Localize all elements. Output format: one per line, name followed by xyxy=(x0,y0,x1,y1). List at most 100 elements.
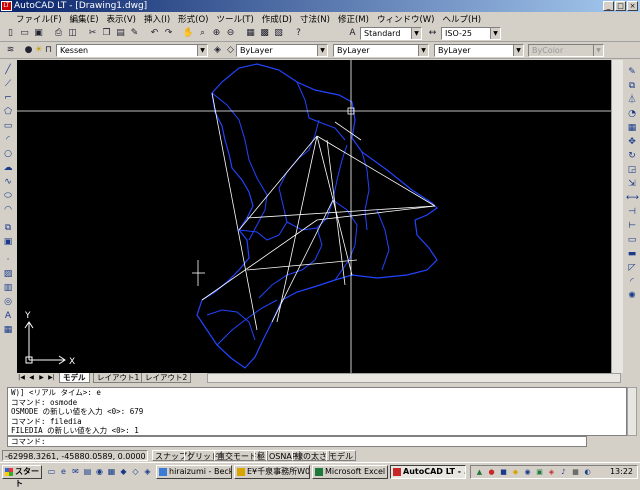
pan-icon[interactable]: ✋ xyxy=(182,27,195,40)
match-properties-icon[interactable]: ✎ xyxy=(128,27,141,40)
erase-icon[interactable]: ✎ xyxy=(626,66,638,78)
tray-app-icon[interactable]: ▣ xyxy=(535,468,544,477)
app-icon[interactable]: ◇ xyxy=(130,466,141,477)
ie-icon[interactable]: e xyxy=(58,466,69,477)
design-center-icon[interactable]: ▩ xyxy=(258,27,271,40)
command-input[interactable]: コマンド: xyxy=(7,436,587,447)
polygon-icon[interactable]: ⬠ xyxy=(2,106,14,118)
layer-dropdown[interactable]: Kessen ▼ xyxy=(56,44,208,57)
close-button[interactable]: × xyxy=(627,1,638,11)
menu-tools[interactable]: ツール(T) xyxy=(212,13,257,25)
hatch-icon[interactable]: ▨ xyxy=(2,268,14,280)
new-file-icon[interactable]: ▯ xyxy=(4,27,17,40)
dim-style-dropdown[interactable]: ISO-25 ▼ xyxy=(441,27,501,40)
explode-icon[interactable]: ✺ xyxy=(626,290,638,302)
ellipse-arc-icon[interactable]: ◠ xyxy=(2,204,14,216)
maximize-button[interactable]: □ xyxy=(615,1,626,11)
rectangle-icon[interactable]: ▭ xyxy=(2,120,14,132)
region-icon[interactable]: ◎ xyxy=(2,296,14,308)
next-tab-button[interactable]: ▶ xyxy=(37,373,46,383)
make-layer-current-icon[interactable]: ◈ xyxy=(211,44,224,57)
arc-icon[interactable]: ◜ xyxy=(2,134,14,146)
copy-object-icon[interactable]: ⧉ xyxy=(626,80,638,92)
tray-app-icon[interactable]: ◉ xyxy=(523,468,532,477)
print-icon[interactable]: ⎙ xyxy=(52,27,65,40)
menu-help[interactable]: ヘルプ(H) xyxy=(439,13,486,25)
construction-line-icon[interactable]: ⟋ xyxy=(2,78,14,90)
menu-insert[interactable]: 挿入(I) xyxy=(140,13,174,25)
tray-app-icon[interactable]: ◈ xyxy=(547,468,556,477)
zoom-previous-icon[interactable]: ⊖ xyxy=(224,27,237,40)
task-autocad[interactable]: AutoCAD LT - ... xyxy=(390,465,466,479)
tray-volume-icon[interactable]: ♪ xyxy=(559,468,568,477)
lineweight-toggle[interactable]: 線の太さ xyxy=(292,450,330,461)
tool-palette-icon[interactable]: ▧ xyxy=(272,27,285,40)
extend-icon[interactable]: ⊢ xyxy=(626,220,638,232)
break-icon[interactable]: ▭ xyxy=(626,234,638,246)
tab-layout1[interactable]: レイアウト1 xyxy=(93,373,144,383)
minimize-button[interactable]: _ xyxy=(603,1,614,11)
text-style-dropdown[interactable]: Standard ▼ xyxy=(360,27,422,40)
circle-icon[interactable]: ○ xyxy=(2,148,14,160)
undo-icon[interactable]: ↶ xyxy=(148,27,161,40)
app-icon[interactable]: ◈ xyxy=(142,466,153,477)
menu-format[interactable]: 形式(O) xyxy=(174,13,212,25)
lengthen-icon[interactable]: ⟷ xyxy=(626,192,639,204)
stretch-icon[interactable]: ⇲ xyxy=(626,178,638,190)
tray-app-icon[interactable]: ▦ xyxy=(571,468,580,477)
menu-modify[interactable]: 修正(M) xyxy=(334,13,373,25)
zoom-realtime-icon[interactable]: ⌕ xyxy=(196,27,209,40)
command-scrollbar[interactable] xyxy=(627,387,637,436)
folder-icon[interactable]: ▦ xyxy=(106,466,117,477)
menu-draw[interactable]: 作成(D) xyxy=(258,13,296,25)
lineweight-dropdown[interactable]: ByLayer ▼ xyxy=(434,44,524,57)
mail-icon[interactable]: ✉ xyxy=(70,466,81,477)
task-excel[interactable]: Microsoft Excel - ... xyxy=(312,465,388,479)
tray-app-icon[interactable]: ◐ xyxy=(583,468,592,477)
tab-layout2[interactable]: レイアウト2 xyxy=(141,373,192,383)
ellipse-icon[interactable]: ⬭ xyxy=(2,190,14,202)
move-icon[interactable]: ✥ xyxy=(626,136,638,148)
print-preview-icon[interactable]: ◫ xyxy=(66,27,79,40)
make-block-icon[interactable]: ▣ xyxy=(2,236,14,248)
tab-model[interactable]: モデル xyxy=(59,373,90,383)
help-icon[interactable]: ? xyxy=(292,27,305,40)
menu-window[interactable]: ウィンドウ(W) xyxy=(373,13,439,25)
revision-cloud-icon[interactable]: ☁ xyxy=(2,162,14,174)
point-icon[interactable]: · xyxy=(2,254,14,266)
model-space-toggle[interactable]: モデル xyxy=(326,450,356,461)
menu-dimension[interactable]: 寸法(N) xyxy=(296,13,334,25)
array-icon[interactable]: ▦ xyxy=(626,122,638,134)
trim-icon[interactable]: ⊣ xyxy=(626,206,638,218)
chamfer-icon[interactable]: ◸ xyxy=(626,262,638,274)
fillet-icon[interactable]: ◜ xyxy=(626,276,638,288)
table-icon[interactable]: ▦ xyxy=(2,324,14,336)
insert-block-icon[interactable]: ⧉ xyxy=(2,222,14,234)
linetype-dropdown[interactable]: ByLayer ▼ xyxy=(333,44,429,57)
join-icon[interactable]: ▬ xyxy=(626,248,638,260)
menu-edit[interactable]: 編集(E) xyxy=(66,13,103,25)
task-explorer[interactable]: E¥千泉事務所W0... xyxy=(234,465,310,479)
open-file-icon[interactable]: ▭ xyxy=(18,27,31,40)
rotate-icon[interactable]: ↻ xyxy=(626,150,638,162)
task-becky[interactable]: hiraizumi - Becky! xyxy=(156,465,232,479)
explorer-icon[interactable]: ▤ xyxy=(82,466,93,477)
media-icon[interactable]: ◉ xyxy=(94,466,105,477)
spline-icon[interactable]: ∿ xyxy=(2,176,14,188)
tray-app-icon[interactable]: ◆ xyxy=(511,468,520,477)
prev-tab-button[interactable]: ◀ xyxy=(27,373,36,383)
line-icon[interactable]: ╱ xyxy=(2,64,14,76)
text-icon[interactable]: A xyxy=(2,310,14,322)
gradient-icon[interactable]: ▥ xyxy=(2,282,14,294)
cut-icon[interactable]: ✂ xyxy=(86,27,99,40)
menu-file[interactable]: ファイル(F) xyxy=(12,13,66,25)
save-icon[interactable]: ▣ xyxy=(32,27,45,40)
copy-icon[interactable]: ❐ xyxy=(100,27,113,40)
tray-antivirus-icon[interactable]: ● xyxy=(487,468,496,477)
last-tab-button[interactable]: ▶| xyxy=(47,373,56,383)
polyline-icon[interactable]: ⌐ xyxy=(2,92,14,104)
layer-manager-icon[interactable]: ≋ xyxy=(4,44,17,57)
desktop-icon[interactable]: ▭ xyxy=(46,466,57,477)
app-icon[interactable]: ◆ xyxy=(118,466,129,477)
first-tab-button[interactable]: |◀ xyxy=(17,373,26,383)
